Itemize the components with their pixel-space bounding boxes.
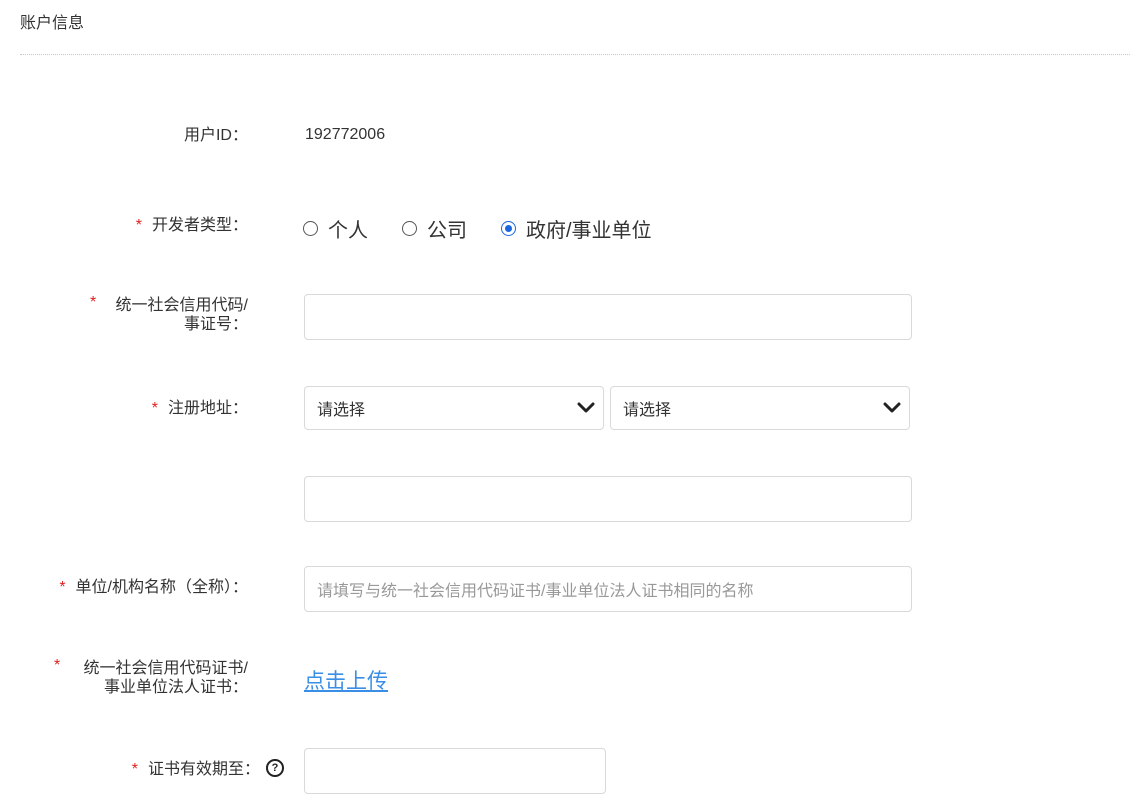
radio-label: 政府/事业单位 — [526, 220, 652, 242]
province-select-value: 请选择 — [317, 402, 366, 419]
radio-circle-unchecked[interactable] — [303, 221, 318, 236]
address-label: * 注册地址： — [152, 399, 248, 418]
city-select-value: 请选择 — [623, 402, 672, 419]
required-marker: * — [90, 294, 97, 311]
radio-government[interactable]: 政府/事业单位 — [501, 214, 652, 243]
section-title: 账户信息 — [20, 15, 85, 32]
credit-code-label-line1: 统一社会信用代码/ — [115, 297, 248, 314]
question-circle-icon[interactable]: ? — [266, 759, 284, 777]
cert-expiry-label-text: 证书有效期至： — [147, 761, 260, 778]
city-select[interactable]: 请选择 — [610, 386, 910, 430]
upload-link[interactable]: 点击上传 — [304, 665, 388, 695]
required-marker: * — [135, 217, 142, 234]
cert-expiry-label: * 证书有效期至： — [132, 760, 260, 779]
chevron-down-icon — [577, 402, 595, 413]
certificate-label-line2: 事业单位法人证书： — [103, 679, 248, 696]
developer-type-radio-group: 个人 公司 政府/事业单位 — [303, 214, 686, 243]
required-marker: * — [59, 579, 66, 596]
radio-circle-checked[interactable] — [501, 221, 516, 236]
section-divider — [20, 54, 1130, 55]
developer-type-label-text: 开发者类型： — [151, 217, 248, 234]
radio-company[interactable]: 公司 — [402, 214, 467, 243]
required-marker: * — [151, 400, 158, 417]
province-select[interactable]: 请选择 — [304, 386, 604, 430]
org-name-placeholder: 请填写与统一社会信用代码证书/事业单位法人证书相同的名称 — [317, 583, 754, 600]
credit-code-input[interactable] — [304, 294, 912, 340]
certificate-label-line1: 统一社会信用代码证书/ — [83, 660, 248, 677]
address-detail-input[interactable] — [304, 476, 912, 522]
address-label-text: 注册地址： — [167, 400, 248, 417]
credit-code-label-line2: 事证号： — [183, 316, 248, 333]
credit-code-label: 统一社会信用代码/ 事证号： — [116, 296, 248, 334]
org-name-label-text: 单位/机构名称（全称）： — [75, 579, 248, 596]
certificate-label: 统一社会信用代码证书/ 事业单位法人证书： — [84, 659, 248, 697]
chevron-down-icon — [883, 402, 901, 413]
org-name-label: * 单位/机构名称（全称）： — [59, 578, 248, 597]
radio-label: 个人 — [328, 220, 368, 242]
radio-circle-unchecked[interactable] — [402, 221, 417, 236]
required-marker: * — [131, 761, 138, 778]
required-marker: * — [54, 657, 61, 674]
user-id-value: 192772006 — [305, 126, 386, 143]
radio-individual[interactable]: 个人 — [303, 214, 368, 243]
radio-label: 公司 — [427, 220, 467, 242]
org-name-input[interactable]: 请填写与统一社会信用代码证书/事业单位法人证书相同的名称 — [304, 566, 912, 612]
developer-type-label: * 开发者类型： — [136, 216, 248, 235]
cert-expiry-input[interactable] — [304, 748, 606, 794]
user-id-label: 用户ID： — [183, 127, 248, 144]
